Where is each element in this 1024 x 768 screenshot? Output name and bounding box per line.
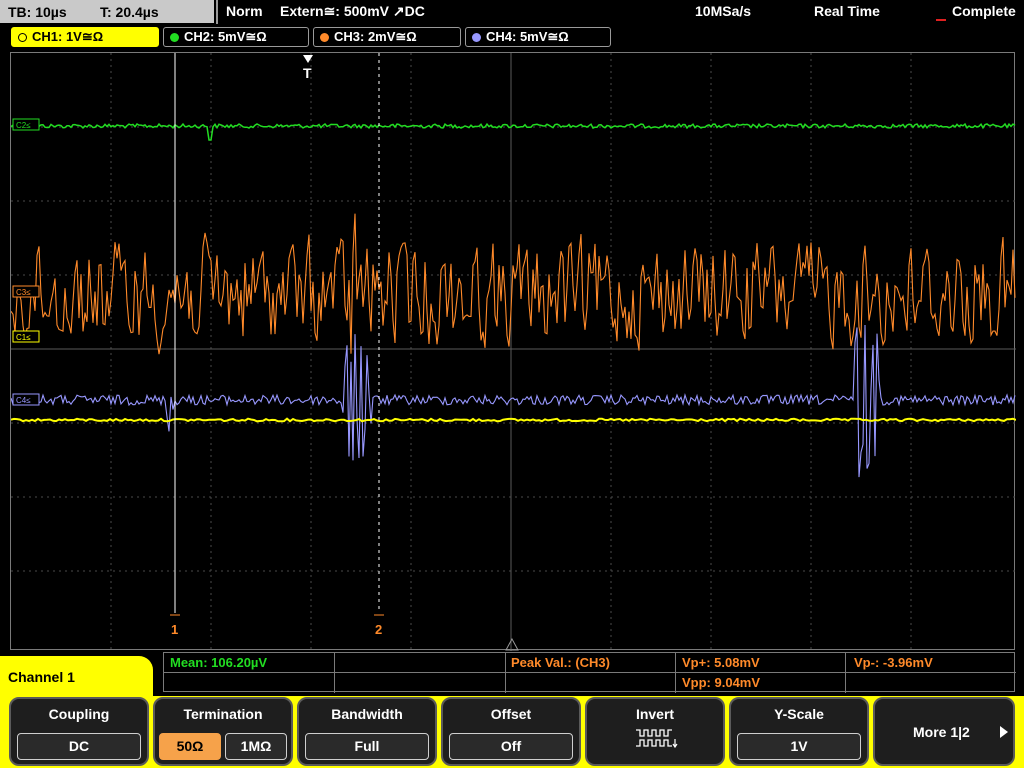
vpp-measurement: Vpp: 9.04mV bbox=[682, 675, 761, 690]
ch2-dot-icon bbox=[170, 33, 179, 42]
trigger-mode[interactable]: Norm bbox=[226, 3, 263, 19]
bandwidth-value-button[interactable]: Full bbox=[305, 733, 429, 760]
menu-title: Channel 1 bbox=[0, 656, 153, 700]
acquisition-mode: Real Time bbox=[814, 3, 880, 19]
termination-title: Termination bbox=[183, 706, 263, 722]
coupling-title: Coupling bbox=[48, 706, 110, 722]
invert-softkey[interactable]: Invert bbox=[585, 697, 725, 766]
ch4-waveform bbox=[11, 324, 1016, 478]
tab-ch4-label: CH4: 5mV≅Ω bbox=[486, 29, 569, 44]
ch4-dot-icon bbox=[472, 33, 481, 42]
invert-waveform-icon bbox=[636, 729, 678, 749]
top-status-bar: TB: 10µs T: 20.4µs Norm Extern≅: 500mV ↗… bbox=[0, 0, 1024, 24]
timebase-box[interactable]: TB: 10µs T: 20.4µs bbox=[0, 0, 214, 23]
trigger-position-icon bbox=[505, 637, 519, 651]
divider bbox=[216, 0, 218, 24]
ch1-marker-label: C1≤ bbox=[16, 333, 31, 342]
vp-plus-measurement: Vp+: 5.08mV bbox=[682, 655, 760, 670]
waveform-svg: 1 2 T C2≤ C3≤ C1≤ C4≤ bbox=[11, 53, 1016, 651]
yscale-value-button[interactable]: 1V bbox=[737, 733, 861, 760]
tab-ch3-label: CH3: 2mV≅Ω bbox=[334, 29, 417, 44]
termination-1mohm-button[interactable]: 1MΩ bbox=[225, 733, 287, 760]
coupling-value-button[interactable]: DC bbox=[17, 733, 141, 760]
trigger-source[interactable]: Extern≅: 500mV ↗DC bbox=[280, 3, 425, 20]
offset-softkey[interactable]: Offset Off bbox=[441, 697, 581, 766]
divider bbox=[845, 653, 846, 693]
vp-minus-measurement: Vp-: -3.96mV bbox=[854, 655, 933, 670]
ch2-waveform bbox=[11, 122, 1016, 141]
offset-value-button[interactable]: Off bbox=[449, 733, 573, 760]
cursor-1-label: 1 bbox=[171, 622, 178, 637]
cursor-2-label: 2 bbox=[375, 622, 382, 637]
more-softkey[interactable]: More 1|2 bbox=[873, 697, 1015, 766]
coupling-softkey[interactable]: Coupling DC bbox=[9, 697, 149, 766]
waveform-display[interactable]: 1 2 T C2≤ C3≤ C1≤ C4≤ bbox=[10, 52, 1016, 651]
ch1-dot-icon bbox=[18, 33, 27, 42]
tab-ch2-label: CH2: 5mV≅Ω bbox=[184, 29, 267, 44]
divider bbox=[505, 653, 506, 693]
timebase-readout: TB: 10µs bbox=[8, 4, 67, 20]
bandwidth-title: Bandwidth bbox=[331, 706, 403, 722]
tab-ch4[interactable]: CH4: 5mV≅Ω bbox=[465, 27, 611, 47]
divider bbox=[675, 653, 676, 693]
ch3-marker-label: C3≤ bbox=[16, 288, 31, 297]
bandwidth-softkey[interactable]: Bandwidth Full bbox=[297, 697, 437, 766]
tab-ch1-label: CH1: 1V≅Ω bbox=[32, 29, 104, 44]
tab-ch3[interactable]: CH3: 2mV≅Ω bbox=[313, 27, 461, 47]
ch3-dot-icon bbox=[320, 33, 329, 42]
trigger-time-readout: T: 20.4µs bbox=[100, 4, 159, 20]
yscale-softkey[interactable]: Y-Scale 1V bbox=[729, 697, 869, 766]
ch4-marker-label: C4≤ bbox=[16, 396, 31, 405]
mean-measurement: Mean: 106.20µV bbox=[170, 655, 268, 670]
trigger-label: T bbox=[303, 65, 312, 81]
acquisition-status: Complete bbox=[952, 3, 1016, 19]
sample-rate: 10MSa/s bbox=[695, 3, 752, 19]
next-arrow-icon bbox=[1000, 726, 1008, 738]
tab-ch1[interactable]: CH1: 1V≅Ω bbox=[11, 27, 159, 47]
termination-softkey[interactable]: Termination 50Ω 1MΩ bbox=[153, 697, 293, 766]
yscale-title: Y-Scale bbox=[774, 706, 824, 722]
divider bbox=[334, 653, 335, 693]
ch1-waveform bbox=[11, 417, 1016, 423]
ch2-marker-label: C2≤ bbox=[16, 121, 31, 130]
invert-title: Invert bbox=[635, 706, 675, 722]
tab-ch2[interactable]: CH2: 5mV≅Ω bbox=[163, 27, 309, 47]
termination-50ohm-button[interactable]: 50Ω bbox=[159, 733, 221, 760]
measurement-panel: Mean: 106.20µV Peak Val.: (CH3) Vp+: 5.0… bbox=[163, 652, 1016, 693]
more-label: More 1|2 bbox=[913, 724, 970, 740]
status-indicator-icon bbox=[936, 19, 946, 21]
divider bbox=[164, 672, 1016, 673]
offset-title: Offset bbox=[490, 706, 532, 722]
peak-value-label: Peak Val.: (CH3) bbox=[511, 655, 610, 670]
